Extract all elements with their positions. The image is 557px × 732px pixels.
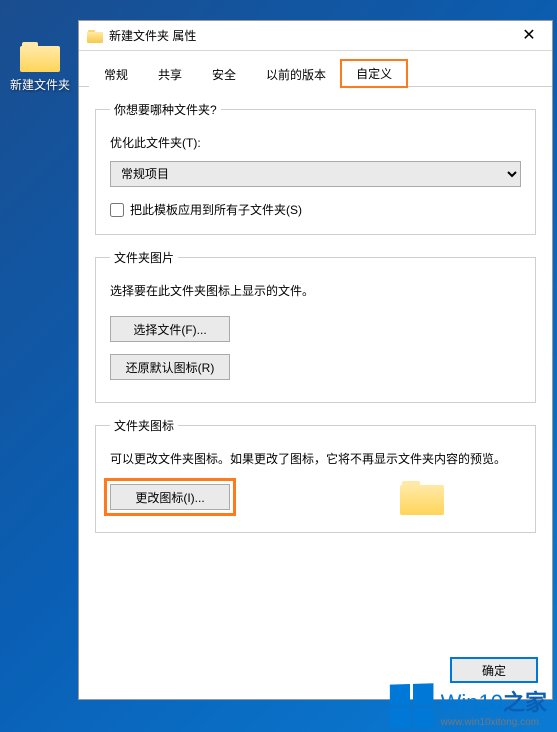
ok-button[interactable]: 确定 xyxy=(450,657,538,683)
tab-content: 你想要哪种文件夹? 优化此文件夹(T): 常规项目 把此模板应用到所有子文件夹(… xyxy=(79,87,552,641)
group-folder-icon: 文件夹图标 可以更改文件夹图标。如果更改了图标，它将不再显示文件夹内容的预览。 … xyxy=(95,417,536,533)
group-folder-type: 你想要哪种文件夹? 优化此文件夹(T): 常规项目 把此模板应用到所有子文件夹(… xyxy=(95,101,536,235)
properties-dialog: 新建文件夹 属性 ✕ 常规 共享 安全 以前的版本 自定义 你想要哪种文件夹? … xyxy=(78,20,553,700)
folder-icon xyxy=(20,40,60,72)
optimize-label: 优化此文件夹(T): xyxy=(110,134,521,151)
tab-general[interactable]: 常规 xyxy=(89,61,143,87)
close-icon: ✕ xyxy=(522,28,535,44)
optimize-dropdown[interactable]: 常规项目 xyxy=(110,161,521,187)
folder-icon-preview xyxy=(400,479,444,515)
desktop-folder-label: 新建文件夹 xyxy=(10,76,70,93)
tab-customize[interactable]: 自定义 xyxy=(341,60,407,87)
apply-to-subfolders-row[interactable]: 把此模板应用到所有子文件夹(S) xyxy=(110,201,521,218)
group-folder-icon-legend: 文件夹图标 xyxy=(110,417,178,434)
folder-icon-desc: 可以更改文件夹图标。如果更改了图标，它将不再显示文件夹内容的预览。 xyxy=(110,450,521,468)
group-folder-picture-legend: 文件夹图片 xyxy=(110,249,178,266)
close-button[interactable]: ✕ xyxy=(506,21,552,51)
tab-security[interactable]: 安全 xyxy=(197,61,251,87)
desktop-folder[interactable]: 新建文件夹 xyxy=(10,40,70,93)
titlebar: 新建文件夹 属性 ✕ xyxy=(79,21,552,51)
dialog-footer: 确定 xyxy=(79,641,552,699)
tab-sharing[interactable]: 共享 xyxy=(143,61,197,87)
apply-to-subfolders-checkbox[interactable] xyxy=(110,203,124,217)
watermark-url: www.win10xitong.com xyxy=(441,717,547,728)
restore-default-button[interactable]: 还原默认图标(R) xyxy=(110,354,230,380)
apply-to-subfolders-label: 把此模板应用到所有子文件夹(S) xyxy=(130,201,302,218)
choose-file-button[interactable]: 选择文件(F)... xyxy=(110,316,230,342)
folder-icon xyxy=(87,29,103,43)
dialog-title: 新建文件夹 属性 xyxy=(109,27,506,44)
group-folder-type-legend: 你想要哪种文件夹? xyxy=(110,101,221,118)
tabstrip: 常规 共享 安全 以前的版本 自定义 xyxy=(79,51,552,87)
tab-previous-versions[interactable]: 以前的版本 xyxy=(251,61,341,87)
folder-picture-desc: 选择要在此文件夹图标上显示的文件。 xyxy=(110,282,521,300)
group-folder-picture: 文件夹图片 选择要在此文件夹图标上显示的文件。 选择文件(F)... 还原默认图… xyxy=(95,249,536,403)
change-icon-button[interactable]: 更改图标(I)... xyxy=(110,484,230,510)
